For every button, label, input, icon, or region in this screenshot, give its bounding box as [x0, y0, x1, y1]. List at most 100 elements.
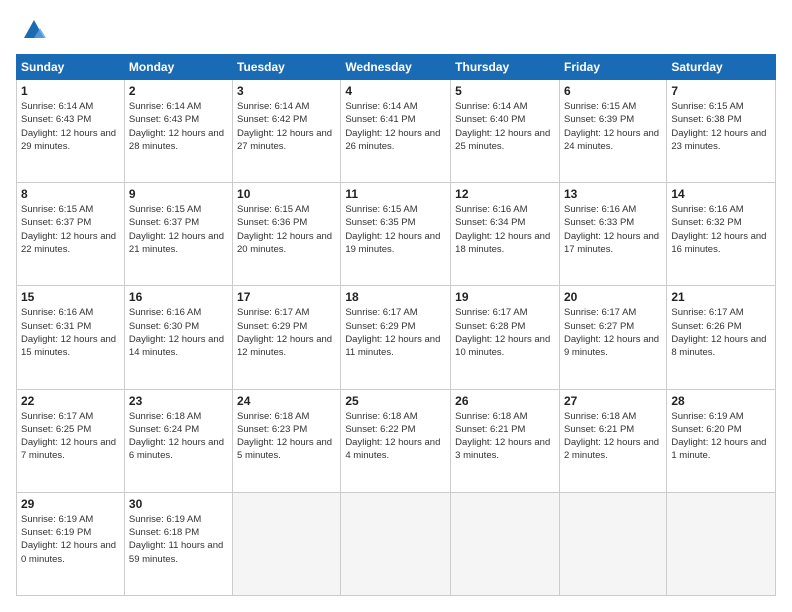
- logo: [16, 16, 48, 44]
- calendar-cell: 25 Sunrise: 6:18 AMSunset: 6:22 PMDayligh…: [341, 389, 451, 492]
- calendar-cell: 18 Sunrise: 6:17 AMSunset: 6:29 PMDayligh…: [341, 286, 451, 389]
- calendar-cell: 21Sunrise: 6:17 AMSunset: 6:26 PMDayligh…: [667, 286, 776, 389]
- day-header-monday: Monday: [124, 55, 232, 80]
- calendar-cell: 13 Sunrise: 6:16 AMSunset: 6:33 PMDayligh…: [559, 183, 666, 286]
- calendar-cell: 2Sunrise: 6:14 AMSunset: 6:43 PMDaylight…: [124, 80, 232, 183]
- calendar-cell: 1 Sunrise: 6:14 AMSunset: 6:43 PMDaylight…: [17, 80, 125, 183]
- calendar-week-row: 22 Sunrise: 6:17 AMSunset: 6:25 PMDayligh…: [17, 389, 776, 492]
- calendar-cell: 11 Sunrise: 6:15 AMSunset: 6:35 PMDayligh…: [341, 183, 451, 286]
- day-info: Sunrise: 6:14 AMSunset: 6:43 PMDaylight:…: [21, 101, 116, 152]
- day-number: 19: [455, 290, 555, 304]
- day-number: 7: [671, 84, 771, 98]
- calendar-cell: [667, 492, 776, 595]
- day-header-tuesday: Tuesday: [233, 55, 341, 80]
- day-info: Sunrise: 6:15 AMSunset: 6:35 PMDaylight:…: [345, 204, 440, 255]
- day-info: Sunrise: 6:19 AMSunset: 6:20 PMDaylight:…: [671, 411, 766, 462]
- calendar-table: SundayMondayTuesdayWednesdayThursdayFrid…: [16, 54, 776, 596]
- calendar-cell: 5 Sunrise: 6:14 AMSunset: 6:40 PMDaylight…: [451, 80, 560, 183]
- day-number: 28: [671, 394, 771, 408]
- calendar-cell: 26 Sunrise: 6:18 AMSunset: 6:21 PMDayligh…: [451, 389, 560, 492]
- day-number: 25: [345, 394, 446, 408]
- day-number: 18: [345, 290, 446, 304]
- calendar-cell: 28 Sunrise: 6:19 AMSunset: 6:20 PMDayligh…: [667, 389, 776, 492]
- day-info: Sunrise: 6:15 AMSunset: 6:38 PMDaylight:…: [671, 101, 766, 152]
- day-info: Sunrise: 6:17 AMSunset: 6:25 PMDaylight:…: [21, 411, 116, 462]
- day-number: 23: [129, 394, 228, 408]
- calendar-cell: 12Sunrise: 6:16 AMSunset: 6:34 PMDayligh…: [451, 183, 560, 286]
- day-header-thursday: Thursday: [451, 55, 560, 80]
- day-info: Sunrise: 6:18 AMSunset: 6:21 PMDaylight:…: [564, 411, 659, 462]
- calendar-cell: 29 Sunrise: 6:19 AMSunset: 6:19 PMDayligh…: [17, 492, 125, 595]
- calendar-cell: [341, 492, 451, 595]
- day-number: 16: [129, 290, 228, 304]
- day-number: 13: [564, 187, 662, 201]
- day-number: 20: [564, 290, 662, 304]
- day-number: 11: [345, 187, 446, 201]
- day-number: 29: [21, 497, 120, 511]
- day-info: Sunrise: 6:16 AMSunset: 6:30 PMDaylight:…: [129, 307, 224, 358]
- day-number: 10: [237, 187, 336, 201]
- day-info: Sunrise: 6:14 AMSunset: 6:42 PMDaylight:…: [237, 101, 332, 152]
- day-info: Sunrise: 6:18 AMSunset: 6:24 PMDaylight:…: [129, 411, 224, 462]
- day-info: Sunrise: 6:15 AMSunset: 6:36 PMDaylight:…: [237, 204, 332, 255]
- day-number: 22: [21, 394, 120, 408]
- day-info: Sunrise: 6:17 AMSunset: 6:29 PMDaylight:…: [237, 307, 332, 358]
- calendar-cell: 24Sunrise: 6:18 AMSunset: 6:23 PMDayligh…: [233, 389, 341, 492]
- day-info: Sunrise: 6:18 AMSunset: 6:21 PMDaylight:…: [455, 411, 550, 462]
- calendar-cell: 8 Sunrise: 6:15 AMSunset: 6:37 PMDaylight…: [17, 183, 125, 286]
- day-number: 27: [564, 394, 662, 408]
- day-info: Sunrise: 6:16 AMSunset: 6:31 PMDaylight:…: [21, 307, 116, 358]
- calendar-cell: 22 Sunrise: 6:17 AMSunset: 6:25 PMDayligh…: [17, 389, 125, 492]
- calendar-week-row: 1 Sunrise: 6:14 AMSunset: 6:43 PMDaylight…: [17, 80, 776, 183]
- day-info: Sunrise: 6:15 AMSunset: 6:37 PMDaylight:…: [21, 204, 116, 255]
- day-info: Sunrise: 6:15 AMSunset: 6:39 PMDaylight:…: [564, 101, 659, 152]
- day-number: 6: [564, 84, 662, 98]
- calendar-cell: 14Sunrise: 6:16 AMSunset: 6:32 PMDayligh…: [667, 183, 776, 286]
- calendar-cell: 9 Sunrise: 6:15 AMSunset: 6:37 PMDaylight…: [124, 183, 232, 286]
- calendar-week-row: 15Sunrise: 6:16 AMSunset: 6:31 PMDayligh…: [17, 286, 776, 389]
- calendar-cell: [559, 492, 666, 595]
- day-header-wednesday: Wednesday: [341, 55, 451, 80]
- calendar-cell: 6 Sunrise: 6:15 AMSunset: 6:39 PMDaylight…: [559, 80, 666, 183]
- calendar-cell: [451, 492, 560, 595]
- day-info: Sunrise: 6:16 AMSunset: 6:34 PMDaylight:…: [455, 204, 550, 255]
- day-info: Sunrise: 6:15 AMSunset: 6:37 PMDaylight:…: [129, 204, 224, 255]
- day-header-saturday: Saturday: [667, 55, 776, 80]
- day-info: Sunrise: 6:14 AMSunset: 6:40 PMDaylight:…: [455, 101, 550, 152]
- day-number: 1: [21, 84, 120, 98]
- day-number: 8: [21, 187, 120, 201]
- day-number: 5: [455, 84, 555, 98]
- day-info: Sunrise: 6:16 AMSunset: 6:33 PMDaylight:…: [564, 204, 659, 255]
- calendar-cell: 15Sunrise: 6:16 AMSunset: 6:31 PMDayligh…: [17, 286, 125, 389]
- logo-icon: [20, 16, 48, 44]
- day-number: 30: [129, 497, 228, 511]
- day-info: Sunrise: 6:17 AMSunset: 6:27 PMDaylight:…: [564, 307, 659, 358]
- day-number: 17: [237, 290, 336, 304]
- calendar-cell: 23 Sunrise: 6:18 AMSunset: 6:24 PMDayligh…: [124, 389, 232, 492]
- day-info: Sunrise: 6:17 AMSunset: 6:29 PMDaylight:…: [345, 307, 440, 358]
- day-number: 26: [455, 394, 555, 408]
- calendar-cell: 7 Sunrise: 6:15 AMSunset: 6:38 PMDaylight…: [667, 80, 776, 183]
- day-number: 3: [237, 84, 336, 98]
- calendar-cell: 30 Sunrise: 6:19 AMSunset: 6:18 PMDayligh…: [124, 492, 232, 595]
- calendar-cell: 3 Sunrise: 6:14 AMSunset: 6:42 PMDaylight…: [233, 80, 341, 183]
- calendar-cell: 20 Sunrise: 6:17 AMSunset: 6:27 PMDayligh…: [559, 286, 666, 389]
- day-number: 4: [345, 84, 446, 98]
- calendar-week-row: 29 Sunrise: 6:19 AMSunset: 6:19 PMDayligh…: [17, 492, 776, 595]
- day-info: Sunrise: 6:19 AMSunset: 6:19 PMDaylight:…: [21, 514, 116, 565]
- day-info: Sunrise: 6:17 AMSunset: 6:26 PMDaylight:…: [671, 307, 766, 358]
- calendar-week-row: 8 Sunrise: 6:15 AMSunset: 6:37 PMDaylight…: [17, 183, 776, 286]
- day-number: 14: [671, 187, 771, 201]
- day-info: Sunrise: 6:18 AMSunset: 6:22 PMDaylight:…: [345, 411, 440, 462]
- day-header-sunday: Sunday: [17, 55, 125, 80]
- calendar-cell: 27 Sunrise: 6:18 AMSunset: 6:21 PMDayligh…: [559, 389, 666, 492]
- calendar-header-row: SundayMondayTuesdayWednesdayThursdayFrid…: [17, 55, 776, 80]
- calendar-cell: 10 Sunrise: 6:15 AMSunset: 6:36 PMDayligh…: [233, 183, 341, 286]
- calendar-cell: 4Sunrise: 6:14 AMSunset: 6:41 PMDaylight…: [341, 80, 451, 183]
- day-number: 24: [237, 394, 336, 408]
- day-info: Sunrise: 6:14 AMSunset: 6:43 PMDaylight:…: [129, 101, 224, 152]
- day-info: Sunrise: 6:19 AMSunset: 6:18 PMDaylight:…: [129, 514, 223, 565]
- day-number: 9: [129, 187, 228, 201]
- calendar-cell: 19Sunrise: 6:17 AMSunset: 6:28 PMDayligh…: [451, 286, 560, 389]
- calendar-cell: [233, 492, 341, 595]
